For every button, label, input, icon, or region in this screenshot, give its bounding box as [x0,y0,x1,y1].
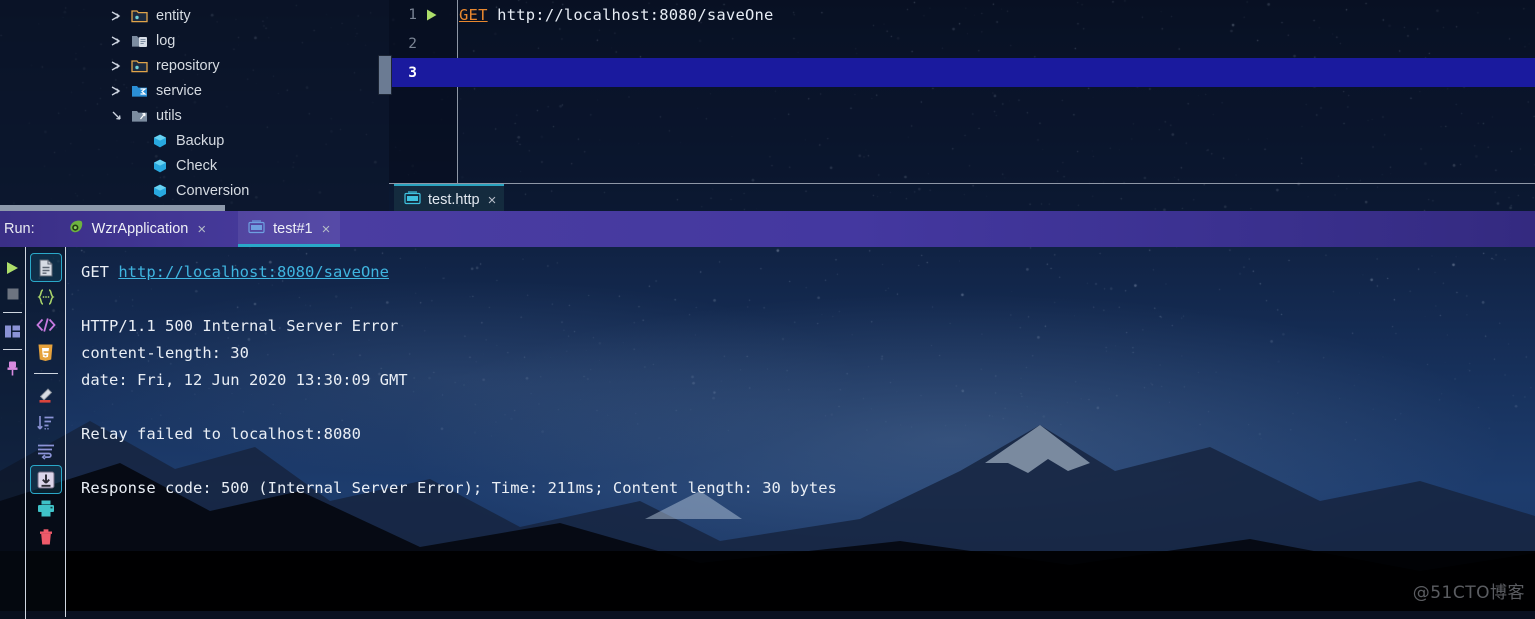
sort-button[interactable] [31,409,61,436]
close-icon[interactable]: × [322,222,331,237]
pin-tab-button[interactable] [0,355,25,381]
toolbar-divider [33,373,58,374]
tree-item-label: repository [156,57,220,74]
http-url-token: http://localhost:8080/saveOne [497,5,774,24]
console-status-line: HTTP/1.1 500 Internal Server Error [81,317,399,335]
folder-source-blue-icon [131,83,148,99]
tree-item-label: log [156,32,176,49]
editor-line-3-active[interactable]: 3 [389,58,1535,87]
tab-test-http[interactable]: test.http × [394,184,505,214]
tree-item-service[interactable]: service [0,78,389,103]
ide-top-area: entity log repository service utils Back… [0,0,1535,214]
console-header-content-length: content-length: 30 [81,344,249,362]
rerun-button[interactable] [0,255,25,281]
editor-line-1[interactable]: 1 GET http://localhost:8080/saveOne [389,0,1535,29]
chevron-right-icon[interactable] [110,59,124,73]
run-tab-test-1[interactable]: test#1 × [238,211,341,247]
toolbar-divider [3,349,22,350]
java-class-icon [152,158,168,174]
console-request-line: GET http://localhost:8080/saveOne [81,259,1535,286]
stop-button[interactable] [0,281,25,307]
run-tab-label: WzrApplication [91,221,189,237]
line-number: 1 [408,6,417,23]
tree-item-label: Backup [176,132,225,149]
console-header-date: date: Fri, 12 Jun 2020 13:30:09 GMT [81,371,408,389]
run-tab-wzrapplication[interactable]: WzrApplication × [57,211,216,247]
clear-console-button[interactable] [31,523,61,550]
http-api-file-icon [248,219,265,239]
highlight-button[interactable] [31,381,61,408]
tree-item-label: utils [156,107,182,124]
tree-item-label: Conversion [176,182,250,199]
folder-resource-gray-icon [131,33,148,49]
java-class-icon [152,183,168,199]
line-number: 3 [408,64,417,81]
scroll-to-end-button[interactable] [29,465,62,494]
project-tree-vertical-scrollbar[interactable] [378,55,392,95]
print-button[interactable] [31,495,61,522]
run-tool-window-header: Run: WzrApplication × test#1 × [0,211,1535,247]
editor-line-content: GET http://localhost:8080/saveOne [459,6,774,24]
tree-item-label: entity [156,7,191,24]
spring-boot-leaf-icon [67,219,84,239]
tree-item-utils[interactable]: utils [0,103,389,128]
run-toolbar [0,247,26,619]
soft-wrap-button[interactable] [31,437,61,464]
view-as-json-button[interactable] [31,283,61,310]
tree-item-check[interactable]: Check [0,153,389,178]
chevron-down-icon[interactable] [110,109,124,123]
view-as-html-button[interactable] [31,339,61,366]
view-as-xml-button[interactable] [31,311,61,338]
console-summary: Response code: 500 (Internal Server Erro… [81,479,837,497]
folder-package-orange-icon [131,58,148,74]
tree-item-conversion[interactable]: Conversion [0,178,389,203]
request-method: GET [81,263,109,281]
http-request-editor[interactable]: 1 GET http://localhost:8080/saveOne 2 3 [389,0,1535,183]
request-url-link[interactable]: http://localhost:8080/saveOne [118,263,389,281]
chevron-right-icon[interactable] [110,34,124,48]
view-as-text-button[interactable] [29,253,62,282]
line-number: 2 [408,35,417,52]
tree-item-backup[interactable]: Backup [0,128,389,153]
tree-item-entity[interactable]: entity [0,3,389,28]
console-body: Relay failed to localhost:8080 [81,425,361,443]
layout-panels-button[interactable] [0,318,25,344]
close-icon[interactable]: × [197,222,206,237]
project-tree-panel[interactable]: entity log repository service utils Back… [0,0,389,211]
run-label: Run: [4,221,35,237]
http-api-file-icon [404,190,421,210]
tree-item-label: service [156,82,202,99]
run-request-green-triangle-icon[interactable] [417,8,445,22]
folder-package-orange-icon [131,8,148,24]
tree-item-repository[interactable]: repository [0,53,389,78]
chevron-right-icon[interactable] [110,84,124,98]
close-icon[interactable]: × [488,193,497,208]
console-output[interactable]: GET http://localhost:8080/saveOne HTTP/1… [66,247,1535,611]
chevron-right-icon[interactable] [110,9,124,23]
folder-test-gray-icon [131,108,148,124]
run-tool-window: Run: WzrApplication × test#1 × GET http:… [0,211,1535,619]
tree-item-log[interactable]: log [0,28,389,53]
editor-line-2[interactable]: 2 [389,29,1535,58]
http-method-token: GET [459,5,488,24]
editor-tab-bar: test.http × [389,183,1535,214]
tree-item-label: Check [176,157,218,174]
run-tab-label: test#1 [273,221,313,237]
console-toolbar [26,247,66,617]
tab-label: test.http [428,192,480,208]
toolbar-divider [3,312,22,313]
java-class-icon [152,133,168,149]
